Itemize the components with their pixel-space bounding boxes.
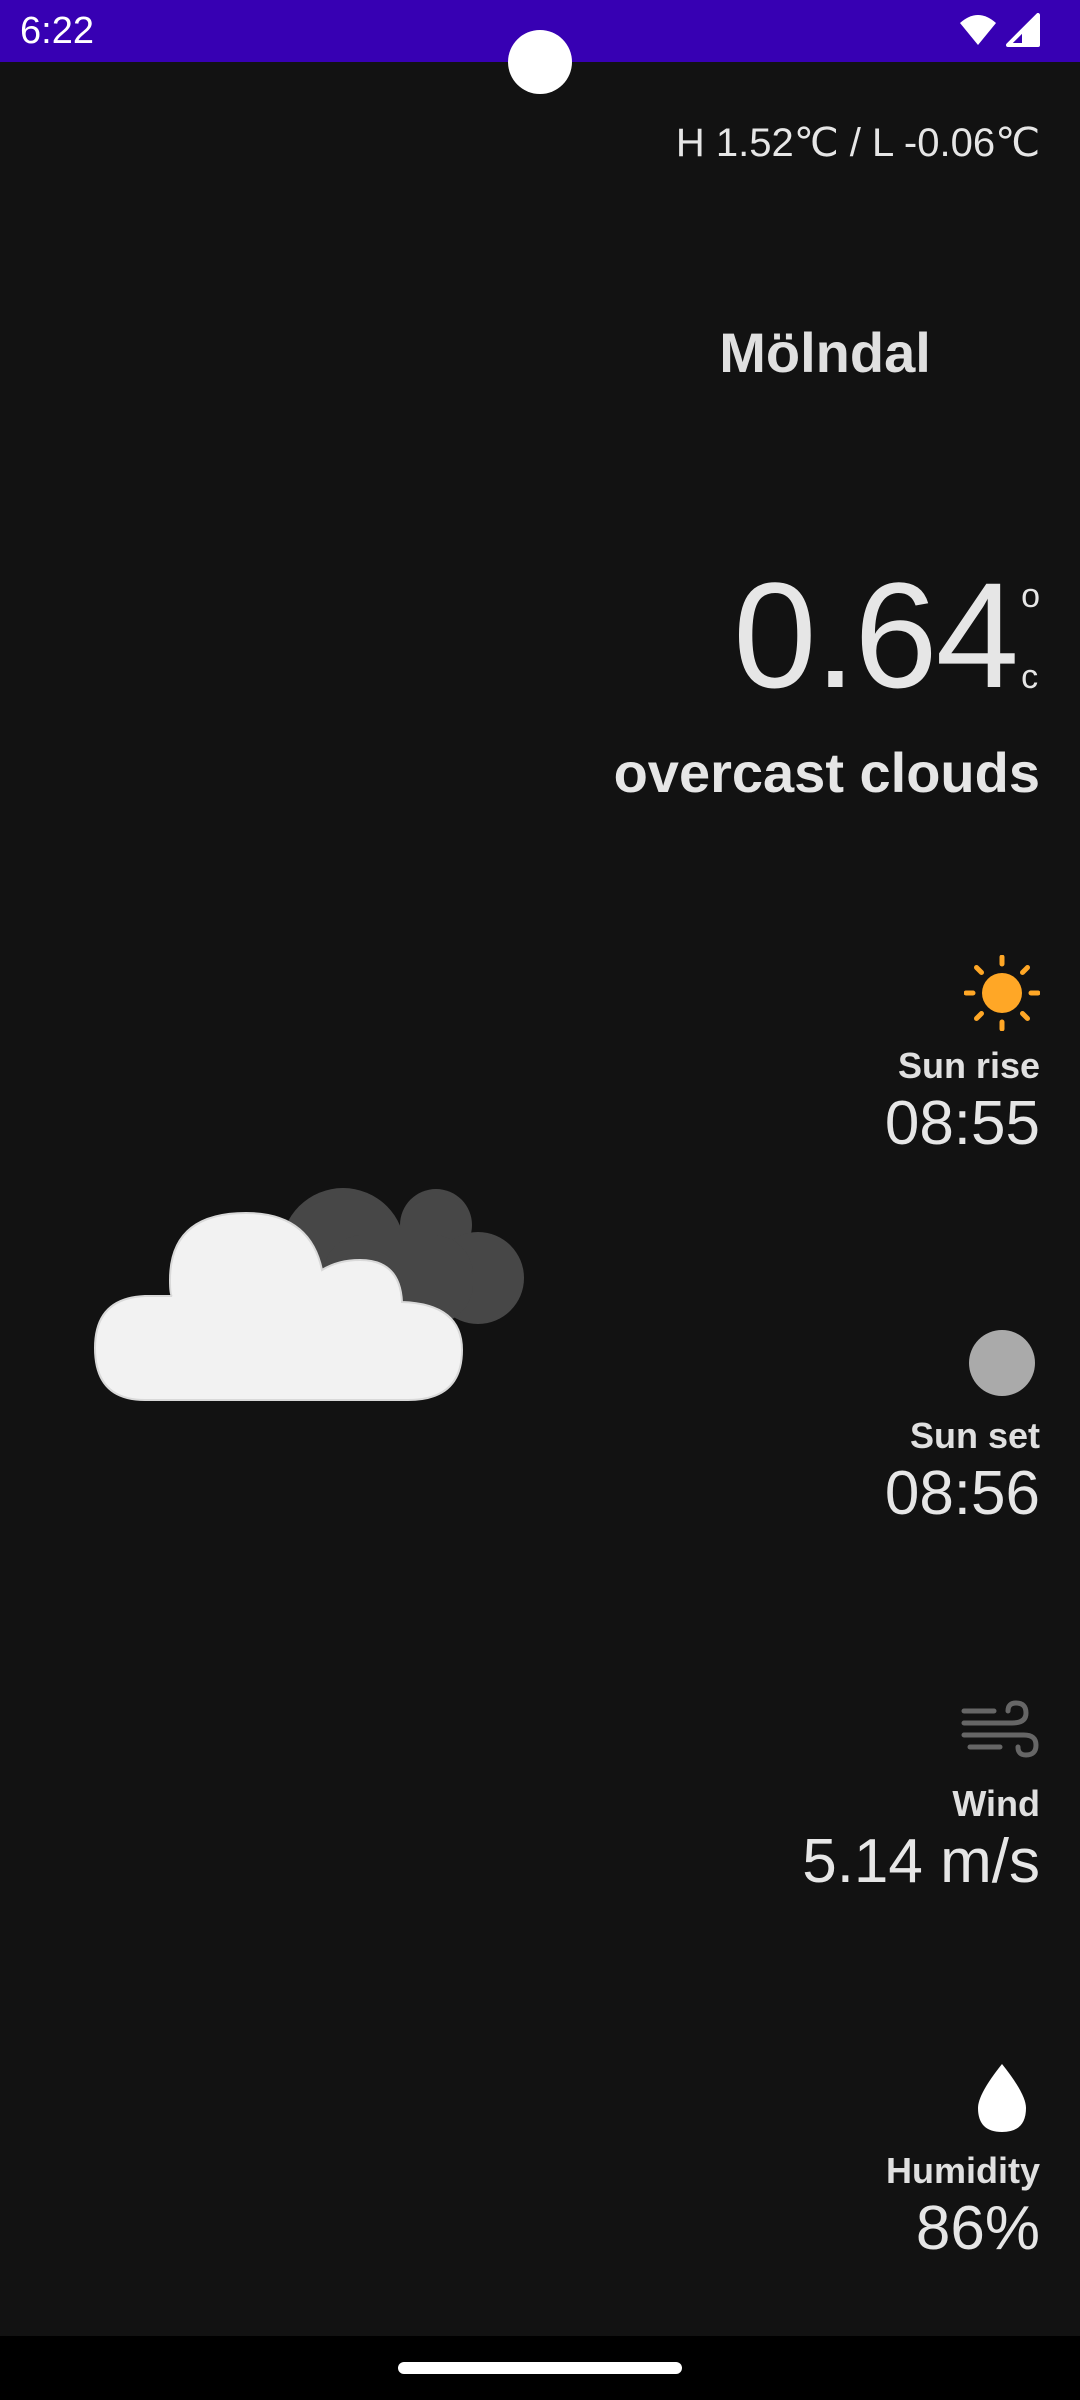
overcast-clouds-icon bbox=[93, 1188, 524, 1401]
sunrise-value: 08:55 bbox=[884, 1089, 1040, 1158]
cellular-signal-icon bbox=[1006, 13, 1040, 47]
navigation-bar bbox=[0, 2336, 1080, 2400]
celsius-symbol: c bbox=[1021, 658, 1039, 696]
wifi-icon bbox=[960, 15, 996, 45]
humidity-value: 86% bbox=[915, 2194, 1040, 2263]
wind-label: Wind bbox=[952, 1783, 1040, 1824]
weather-screen: 6:22 H 1.52℃ / L -0.06℃ Mölndal 0.64 o c… bbox=[0, 0, 1080, 2400]
current-temperature: 0.64 o c bbox=[733, 555, 1040, 715]
camera-cutout bbox=[508, 30, 572, 94]
temperature-unit: o c bbox=[1021, 577, 1040, 697]
high-low-temperature: H 1.52℃ / L -0.06℃ bbox=[675, 121, 1040, 165]
city-name: Mölndal bbox=[719, 321, 931, 384]
sunset-label: Sun set bbox=[909, 1415, 1040, 1456]
water-drop-icon bbox=[978, 2064, 1026, 2132]
humidity-info: Humidity 86% bbox=[680, 2060, 1040, 2266]
moon-icon bbox=[969, 1330, 1035, 1396]
status-time: 6:22 bbox=[20, 10, 94, 52]
sunset-value: 08:56 bbox=[884, 1459, 1040, 1528]
sun-icon bbox=[964, 955, 1040, 1031]
humidity-label: Humidity bbox=[885, 2150, 1040, 2191]
temperature-value: 0.64 bbox=[733, 551, 1019, 719]
sunrise-info: Sun rise 08:55 bbox=[680, 955, 1040, 1161]
wind-value: 5.14 m/s bbox=[802, 1827, 1040, 1896]
weather-condition: overcast clouds bbox=[613, 741, 1040, 804]
wind-info: Wind 5.14 m/s bbox=[680, 1693, 1040, 1899]
degree-symbol: o bbox=[1021, 577, 1040, 615]
status-icons bbox=[958, 12, 1040, 48]
sunrise-label: Sun rise bbox=[897, 1045, 1040, 1086]
home-gesture-handle[interactable] bbox=[398, 2362, 682, 2374]
wind-icon bbox=[961, 1700, 1039, 1758]
sunset-info: Sun set 08:56 bbox=[680, 1325, 1040, 1531]
